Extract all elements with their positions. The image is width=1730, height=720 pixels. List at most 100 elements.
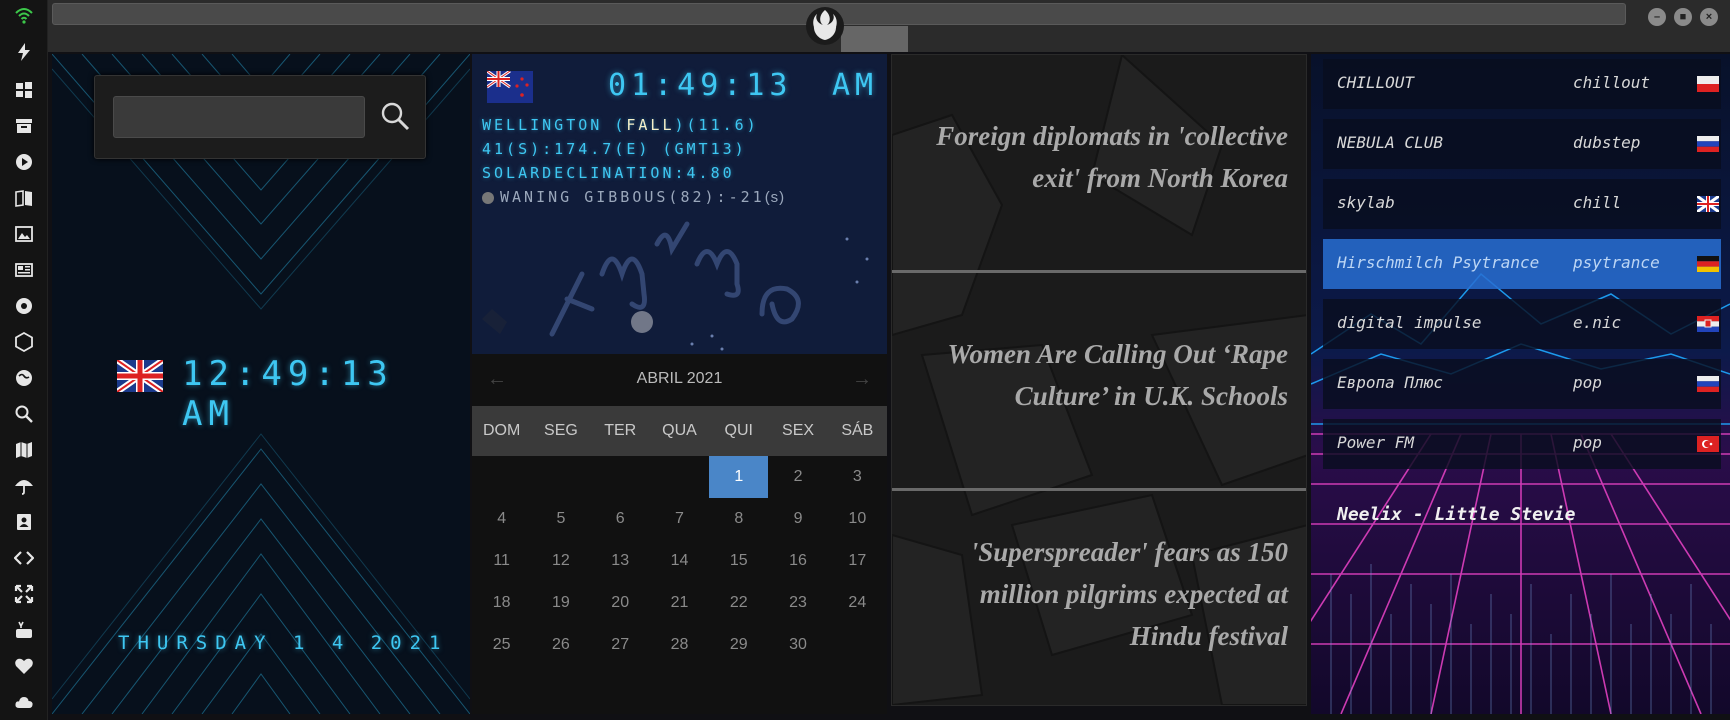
maximize-button[interactable]: ■ — [1674, 8, 1692, 26]
calendar-day[interactable]: 21 — [650, 582, 709, 624]
news-icon[interactable] — [14, 260, 34, 280]
calendar-day[interactable]: 15 — [709, 540, 768, 582]
youtube-icon[interactable] — [14, 620, 34, 640]
local-clock-widget: 12:49:13 AM THURSDAY 1 4 2021 — [52, 54, 470, 714]
calendar-day[interactable]: 29 — [709, 624, 768, 666]
expand-icon[interactable] — [14, 584, 34, 604]
radio-station[interactable]: Power FM pop — [1323, 419, 1721, 469]
radio-station[interactable]: CHILLOUT chillout — [1323, 59, 1721, 109]
launcher-rail — [0, 0, 48, 720]
russia-flag-icon — [1697, 136, 1719, 152]
image-icon[interactable] — [14, 224, 34, 244]
calendar-header: ABRIL 2021 — [472, 354, 887, 404]
world-clock-widget: 01:49:13 AM WELLINGTON (FALL)(11.6) 41(S… — [472, 54, 887, 354]
title-bar: – ■ × — [48, 0, 1730, 52]
poland-flag-icon — [1697, 76, 1719, 92]
news-headline[interactable]: 'Superspreader' fears as 150 million pil… — [912, 531, 1288, 657]
globe-icon[interactable] — [14, 368, 34, 388]
calendar-day[interactable] — [828, 624, 887, 666]
calendar-day[interactable]: 13 — [591, 540, 650, 582]
minimize-button[interactable]: – — [1648, 8, 1666, 26]
calendar-day[interactable]: 5 — [531, 498, 590, 540]
calendar-day-today[interactable]: 1 — [709, 456, 769, 498]
station-genre: psytrance — [1573, 253, 1660, 272]
search-icon[interactable] — [14, 404, 34, 424]
calendar-day[interactable]: 12 — [531, 540, 590, 582]
calendar-day[interactable]: 20 — [591, 582, 650, 624]
calendar-day[interactable]: 4 — [472, 498, 531, 540]
calendar-day[interactable]: 10 — [828, 498, 887, 540]
radio-station[interactable]: NEBULA CLUB dubstep — [1323, 119, 1721, 169]
weekday-label: QUA — [662, 422, 697, 439]
heart-icon[interactable] — [14, 656, 34, 676]
calendar-day[interactable] — [591, 456, 650, 498]
calendar-day[interactable]: 14 — [650, 540, 709, 582]
calendar-day[interactable]: 3 — [828, 456, 887, 498]
calendar-day[interactable]: 6 — [591, 498, 650, 540]
windows-icon[interactable] — [14, 80, 34, 100]
calendar-day[interactable]: 22 — [709, 582, 768, 624]
calendar-day[interactable]: 11 — [472, 540, 531, 582]
calendar-day[interactable]: 19 — [531, 582, 590, 624]
local-date: THURSDAY 1 4 2021 — [118, 632, 449, 654]
radio-station-active[interactable]: Hirschmilch Psytrance psytrance — [1323, 239, 1721, 289]
code-icon[interactable] — [14, 548, 34, 568]
radio-station[interactable]: Европа Плюс pop — [1323, 359, 1721, 409]
calendar-day[interactable]: 24 — [828, 582, 887, 624]
logo-tab[interactable] — [841, 26, 908, 52]
radio-station[interactable]: skylab chill — [1323, 179, 1721, 229]
weekday-label: TER — [604, 422, 637, 439]
weekday-label: QUI — [724, 422, 753, 439]
archive-icon[interactable] — [14, 116, 34, 136]
weekday-header: DOM SEG TER QUA QUI SEX SÁB — [472, 406, 887, 456]
search-input[interactable] — [113, 96, 365, 138]
calendar-day[interactable]: 8 — [709, 498, 768, 540]
contacts-icon[interactable] — [14, 512, 34, 532]
news-headline[interactable]: Women Are Calling Out ‘Rape Culture’ in … — [912, 333, 1288, 417]
station-genre: chillout — [1573, 73, 1651, 92]
book-icon[interactable] — [14, 188, 34, 208]
calendar-day[interactable]: 30 — [768, 624, 827, 666]
calendar-day[interactable] — [531, 456, 590, 498]
search-button[interactable] — [379, 100, 411, 132]
zodiac-background — [482, 221, 869, 351]
world-ampm: AM — [832, 68, 879, 103]
settings-icon[interactable] — [14, 296, 34, 316]
coordinates-line: 41(S):174.7(E) (GMT13) — [482, 140, 747, 158]
calendar-next-button[interactable]: → — [847, 364, 877, 394]
wifi-icon[interactable] — [14, 6, 34, 26]
calendar-week: 4 5 6 7 8 9 10 — [472, 498, 887, 540]
calendar-day[interactable]: 9 — [768, 498, 827, 540]
weekday-label: DOM — [482, 422, 521, 439]
calendar-day[interactable]: 17 — [828, 540, 887, 582]
calendar-day[interactable] — [650, 456, 709, 498]
station-name: Европа Плюс — [1337, 373, 1443, 392]
desktop-widgets: – ■ × 12:49:13 AM THURSDAY 1 4 2021 01:4… — [0, 0, 1730, 720]
calendar-day[interactable]: 16 — [768, 540, 827, 582]
calendar-day[interactable]: 27 — [591, 624, 650, 666]
play-icon[interactable] — [14, 152, 34, 172]
calendar-day[interactable]: 28 — [650, 624, 709, 666]
news-headline[interactable]: Foreign diplomats in 'collective exit' f… — [912, 115, 1288, 199]
bolt-icon[interactable] — [14, 42, 34, 62]
calendar-day[interactable]: 26 — [531, 624, 590, 666]
calendar-day[interactable]: 23 — [768, 582, 827, 624]
cloud-icon[interactable] — [14, 692, 34, 712]
close-button[interactable]: × — [1700, 8, 1718, 26]
calendar-prev-button[interactable]: ← — [482, 364, 512, 394]
local-time: 12:49:13 AM — [182, 354, 394, 434]
turkey-flag-icon — [1697, 436, 1719, 452]
calendar-day[interactable]: 25 — [472, 624, 531, 666]
hexagon-icon[interactable] — [14, 332, 34, 352]
calendar-day[interactable]: 7 — [650, 498, 709, 540]
calendar-day[interactable] — [472, 456, 531, 498]
calendar-day[interactable]: 18 — [472, 582, 531, 624]
station-name: skylab — [1337, 193, 1395, 212]
station-name: Power FM — [1337, 433, 1415, 452]
moon-icon — [482, 191, 494, 204]
radio-station[interactable]: digital impulse e.nic — [1323, 299, 1721, 349]
calendar-day[interactable]: 2 — [768, 456, 827, 498]
station-genre: dubstep — [1573, 133, 1641, 152]
umbrella-icon[interactable] — [14, 476, 34, 496]
map-icon[interactable] — [14, 440, 34, 460]
